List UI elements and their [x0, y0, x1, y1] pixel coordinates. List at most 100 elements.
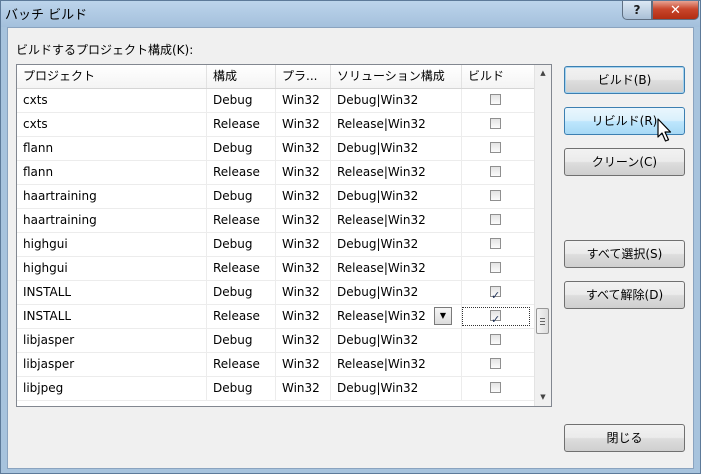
column-header-platform[interactable]: プラ... [276, 65, 331, 88]
grip-line [540, 321, 545, 322]
table-row[interactable]: highgui Release Win32 Release|Win32 [17, 257, 534, 281]
window-title: バッチ ビルド [5, 8, 88, 23]
project-cell: haartraining [17, 185, 207, 208]
platform-cell: Win32 [276, 257, 331, 280]
build-checkbox[interactable] [490, 94, 501, 105]
build-checkbox[interactable] [490, 334, 501, 345]
build-cell [462, 185, 534, 208]
table-row[interactable]: libjasper Debug Win32 Debug|Win32 [17, 329, 534, 353]
platform-cell: Win32 [276, 209, 331, 232]
build-checkbox[interactable] [490, 118, 501, 129]
dialog-client-area: ビルドするプロジェクト構成(K): プロジェクト 構成 プラ... ソリューショ… [7, 27, 694, 469]
solution-config-cell[interactable]: Debug|Win32 [331, 233, 462, 256]
solution-config-cell[interactable]: Debug|Win32 [331, 137, 462, 160]
table-row[interactable]: flann Debug Win32 Debug|Win32 [17, 137, 534, 161]
column-header-project[interactable]: プロジェクト [17, 65, 207, 88]
project-config-grid[interactable]: プロジェクト 構成 プラ... ソリューション構成 ビルド cxts Debug W… [16, 64, 552, 407]
build-cell [462, 329, 534, 352]
help-icon: ? [633, 3, 641, 17]
close-window-button[interactable]: ✕ [652, 1, 699, 20]
select-all-button[interactable]: すべて選択(S) [564, 240, 685, 268]
build-checkbox[interactable] [490, 358, 501, 369]
close-button[interactable]: 閉じる [564, 424, 685, 452]
build-cell [462, 209, 534, 232]
config-cell: Release [207, 353, 276, 376]
help-button[interactable]: ? [622, 1, 652, 20]
platform-cell: Win32 [276, 305, 331, 328]
grid-header: プロジェクト 構成 プラ... ソリューション構成 ビルド [17, 65, 534, 89]
table-row[interactable]: libjasper Release Win32 Release|Win32 [17, 353, 534, 377]
scroll-up-icon[interactable]: ▲ [535, 65, 551, 82]
build-checkbox[interactable] [490, 262, 501, 273]
table-row[interactable]: highgui Debug Win32 Debug|Win32 [17, 233, 534, 257]
solution-config-cell[interactable]: Debug|Win32 [331, 89, 462, 112]
table-row[interactable]: INSTALL Debug Win32 Debug|Win32 [17, 281, 534, 305]
clean-button[interactable]: クリーン(C) [564, 148, 685, 176]
config-cell: Debug [207, 281, 276, 304]
table-row[interactable]: haartraining Debug Win32 Debug|Win32 [17, 185, 534, 209]
config-cell: Debug [207, 329, 276, 352]
build-checkbox[interactable] [490, 166, 501, 177]
scrollbar-thumb[interactable] [536, 308, 549, 334]
focus-rectangle [462, 307, 530, 326]
project-cell: flann [17, 137, 207, 160]
close-icon: ✕ [670, 2, 681, 18]
table-row[interactable]: libjpeg Debug Win32 Debug|Win32 [17, 377, 534, 401]
solution-config-cell[interactable]: Debug|Win32 [331, 377, 462, 400]
table-row[interactable]: cxts Release Win32 Release|Win32 [17, 113, 534, 137]
table-row[interactable]: INSTALLReleaseWin32Release|Win32▼ [17, 305, 534, 329]
config-cell: Release [207, 257, 276, 280]
arrow-cursor-icon [657, 118, 672, 142]
project-cell: cxts [17, 89, 207, 112]
project-cell: highgui [17, 233, 207, 256]
solution-config-cell[interactable]: Release|Win32 [331, 161, 462, 184]
solution-config-cell[interactable]: Debug|Win32 [331, 329, 462, 352]
solution-config-cell[interactable]: Release|Win32 [331, 113, 462, 136]
project-config-list-label: ビルドするプロジェクト構成(K): [16, 43, 194, 57]
config-cell: Debug [207, 233, 276, 256]
scroll-down-icon[interactable]: ▼ [535, 389, 551, 406]
build-cell [462, 377, 534, 400]
project-cell: flann [17, 161, 207, 184]
column-header-config[interactable]: 構成 [207, 65, 276, 88]
build-button[interactable]: ビルド(B) [564, 66, 685, 94]
build-cell [462, 161, 534, 184]
build-checkbox[interactable] [490, 382, 501, 393]
build-cell [462, 281, 534, 304]
config-cell: Release [207, 161, 276, 184]
build-cell [462, 257, 534, 280]
solution-config-cell[interactable]: Release|Win32 [331, 257, 462, 280]
build-cell [462, 113, 534, 136]
table-row[interactable]: haartraining Release Win32 Release|Win32 [17, 209, 534, 233]
platform-cell: Win32 [276, 377, 331, 400]
project-cell: cxts [17, 113, 207, 136]
table-row[interactable]: flann Release Win32 Release|Win32 [17, 161, 534, 185]
platform-cell: Win32 [276, 185, 331, 208]
column-header-build[interactable]: ビルド [462, 65, 534, 88]
solution-config-cell[interactable]: Release|Win32 [331, 353, 462, 376]
table-row[interactable]: cxts Debug Win32 Debug|Win32 [17, 89, 534, 113]
build-cell [462, 353, 534, 376]
platform-cell: Win32 [276, 329, 331, 352]
project-cell: libjasper [17, 353, 207, 376]
grip-line [540, 318, 545, 319]
project-cell: highgui [17, 257, 207, 280]
build-checkbox[interactable] [490, 284, 501, 304]
title-bar[interactable]: バッチ ビルド ? ✕ [1, 1, 700, 27]
build-checkbox[interactable] [490, 190, 501, 201]
batch-build-window: バッチ ビルド ? ✕ ビルドするプロジェクト構成(K): プロジェクト 構成 … [0, 0, 701, 474]
build-checkbox[interactable] [490, 142, 501, 153]
solution-config-cell[interactable]: Debug|Win32 [331, 281, 462, 304]
solution-config-cell[interactable]: Debug|Win32 [331, 185, 462, 208]
build-cell [462, 137, 534, 160]
deselect-all-button[interactable]: すべて解除(D) [564, 281, 685, 309]
build-checkbox[interactable] [490, 238, 501, 249]
platform-cell: Win32 [276, 113, 331, 136]
chevron-down-icon[interactable]: ▼ [434, 307, 452, 325]
column-header-solution-config[interactable]: ソリューション構成 [331, 65, 462, 88]
build-checkbox[interactable] [490, 214, 501, 225]
config-cell: Release [207, 209, 276, 232]
vertical-scrollbar[interactable]: ▲ ▼ [534, 65, 551, 406]
config-cell: Debug [207, 137, 276, 160]
solution-config-cell[interactable]: Release|Win32 [331, 209, 462, 232]
